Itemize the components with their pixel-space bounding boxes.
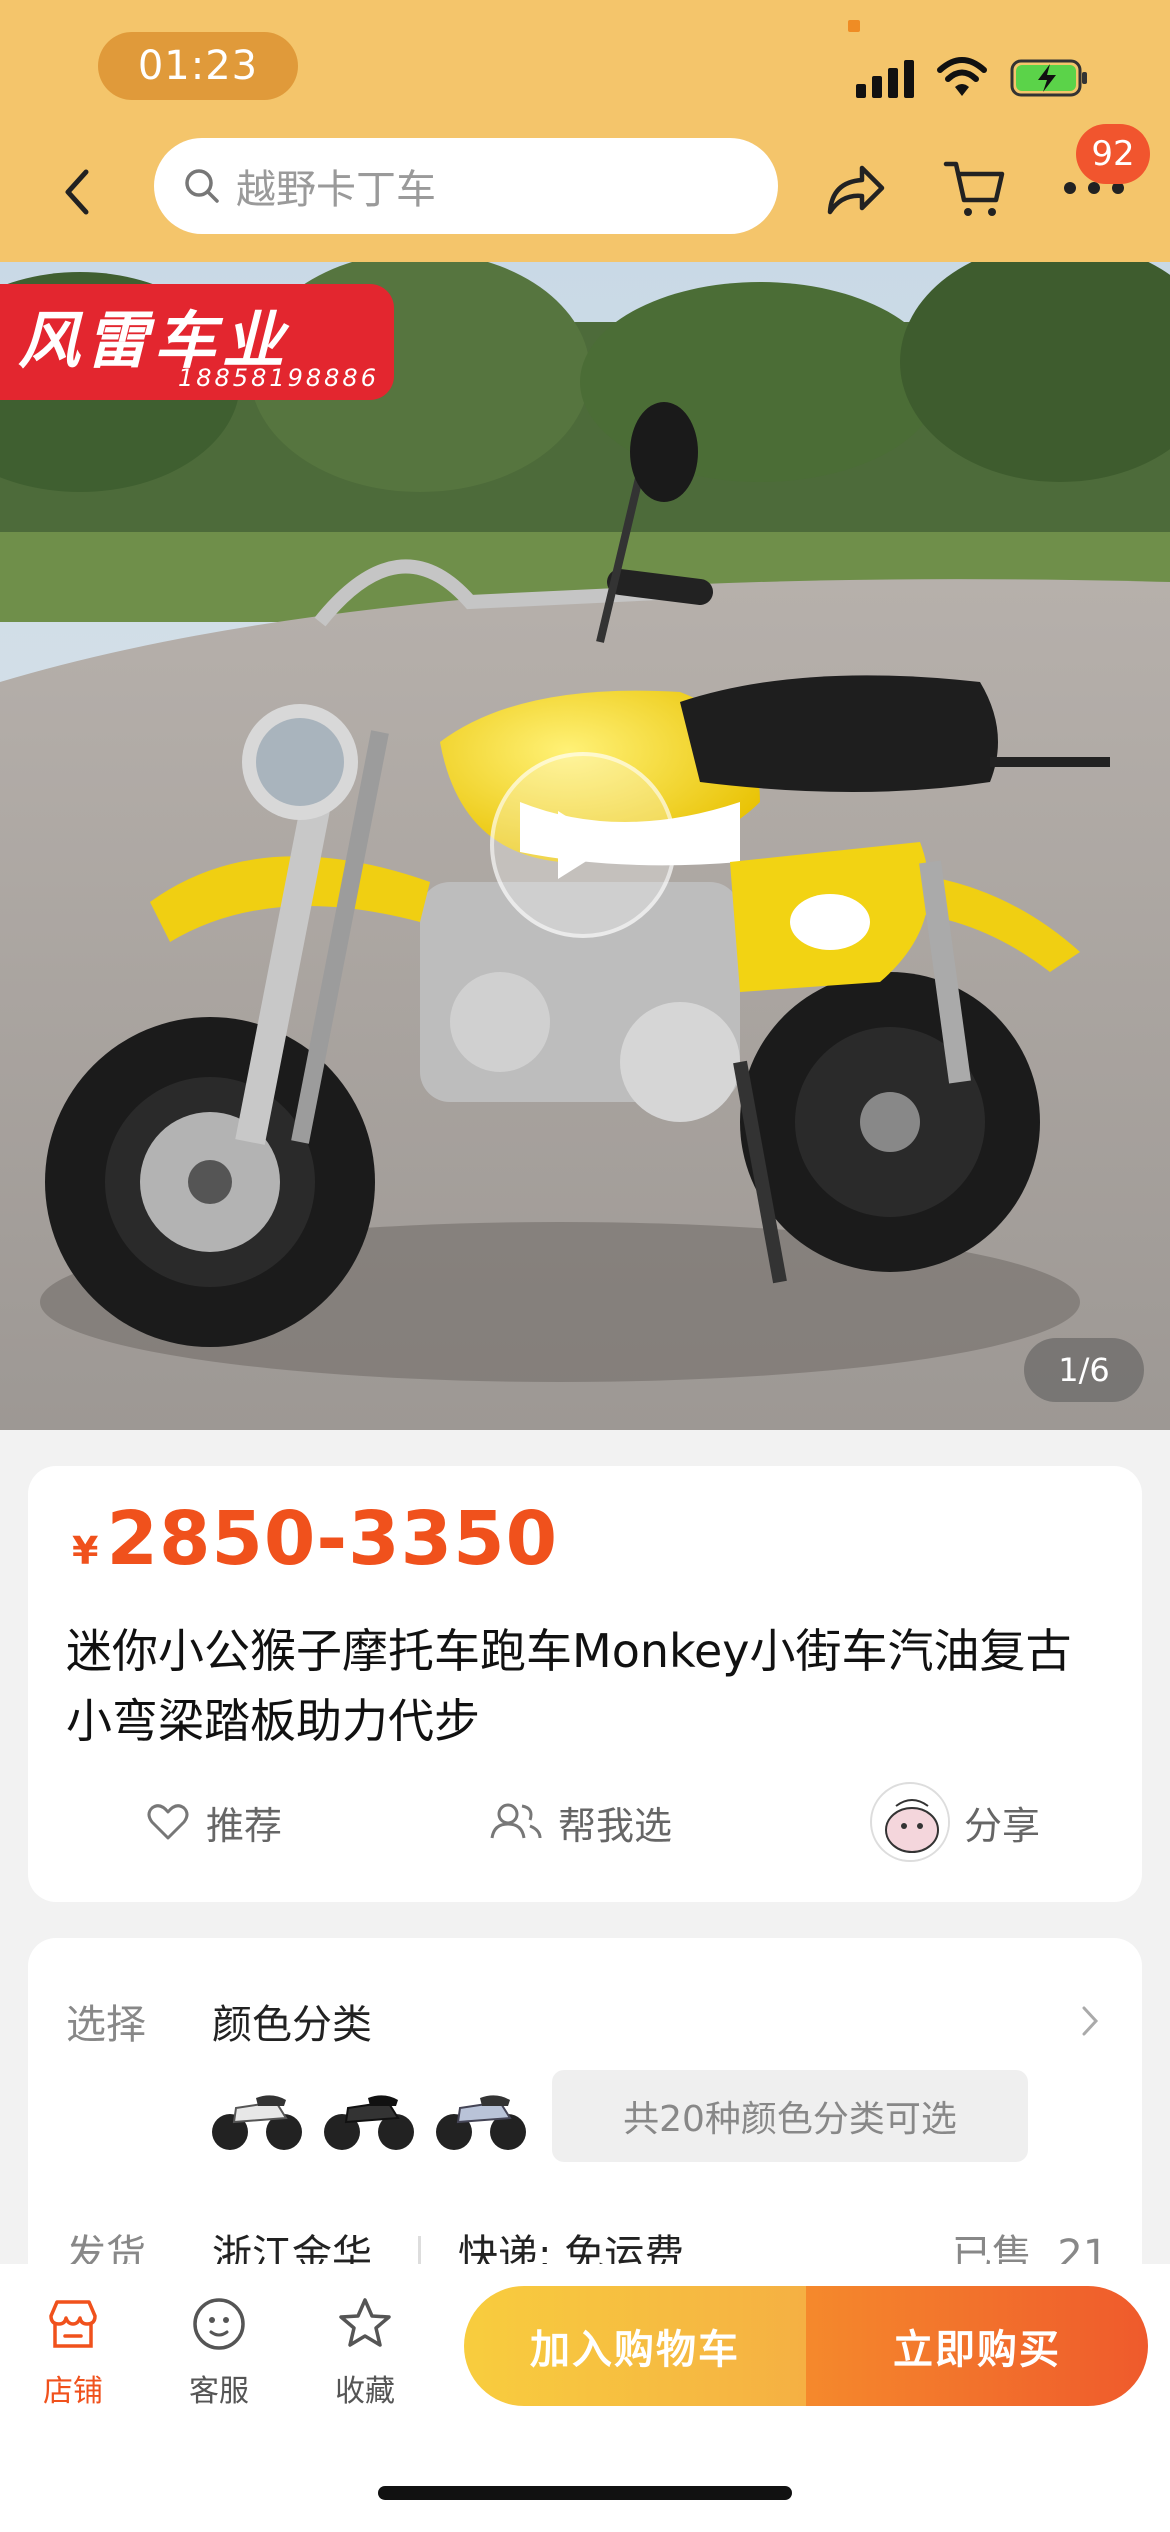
color-thumb-2[interactable] (318, 2062, 418, 2162)
chevron-left-icon (65, 169, 89, 215)
chevron-right-icon[interactable] (1080, 2004, 1100, 2038)
avatar (870, 1782, 950, 1862)
recommend-button[interactable]: 推荐 (146, 1782, 282, 1862)
status-time: 01:23 (98, 32, 298, 100)
top-header: 01:23 越野卡丁车 92 (0, 0, 1170, 262)
product-title: 迷你小公猴子摩托车跑车Monkey小街车汽油复古小弯梁踏板助力代步 (66, 1624, 1072, 1748)
color-thumb-1[interactable] (206, 2062, 306, 2162)
share-label: 分享 (964, 1803, 1041, 1848)
recommend-label: 推荐 (206, 1803, 283, 1848)
select-label: 选择 (66, 2002, 146, 2048)
image-counter: 1/6 (1024, 1338, 1144, 1402)
store-icon (49, 2300, 97, 2348)
more-colors-button[interactable]: 共20种颜色分类可选 (552, 2070, 1028, 2162)
play-icon (558, 811, 612, 879)
share-button[interactable]: 分享 (870, 1782, 1040, 1862)
star-icon (339, 2298, 391, 2347)
product-info-card: ¥ 2850-3350 迷你小公猴子摩托车跑车Monkey小街车汽油复古小弯梁踏… (28, 1466, 1142, 1902)
shop-tab[interactable]: 店铺 (18, 2294, 128, 2410)
back-button[interactable] (52, 162, 102, 222)
cart-icon[interactable] (942, 156, 1008, 222)
play-video-button[interactable] (490, 752, 676, 938)
home-indicator[interactable] (378, 2486, 792, 2500)
color-thumb-3[interactable] (430, 2062, 530, 2162)
help-choose-button[interactable]: 帮我选 (490, 1782, 672, 1862)
cart-badge: 92 (1076, 124, 1150, 184)
favorite-label: 收藏 (335, 2374, 395, 2409)
service-tab[interactable]: 客服 (164, 2294, 274, 2410)
customer-service-icon (193, 2298, 245, 2350)
add-to-cart-button[interactable]: 加入购物车 (464, 2286, 806, 2406)
privacy-indicator (848, 20, 860, 32)
buy-now-button[interactable]: 立即购买 (806, 2286, 1148, 2406)
product-actions: 推荐 帮我选 分享 (28, 1782, 1142, 1862)
select-value[interactable]: 颜色分类 (212, 1992, 372, 2050)
signal-icon (856, 58, 916, 98)
people-icon (490, 1803, 542, 1839)
currency-symbol: ¥ (72, 1529, 99, 1573)
battery-charging-icon (1010, 59, 1087, 97)
share-icon[interactable] (822, 160, 888, 220)
search-icon (185, 169, 219, 203)
service-label: 客服 (189, 2374, 249, 2409)
price-range: 2850-3350 (106, 1496, 559, 1582)
price: ¥ 2850-3350 (72, 1496, 558, 1582)
help-choose-label: 帮我选 (558, 1803, 673, 1848)
options-card: 选择 颜色分类 共20种颜色分类可选 发货 浙江金华 快递: 免运费 已售 21 (28, 1938, 1142, 2278)
search-input[interactable]: 越野卡丁车 (154, 138, 778, 234)
shop-logo-banner: 风雷车业 18858198886 (0, 284, 394, 400)
heart-icon (147, 1804, 189, 1840)
purchase-buttons: 加入购物车 立即购买 (464, 2286, 1148, 2406)
product-image-carousel[interactable]: 风雷车业 18858198886 1/6 (0, 262, 1170, 1430)
favorite-tab[interactable]: 收藏 (310, 2294, 420, 2410)
color-thumbnails (206, 2062, 542, 2162)
shop-logo-phone: 18858198886 (178, 364, 379, 392)
wifi-icon (937, 57, 987, 96)
search-placeholder: 越野卡丁车 (236, 167, 436, 213)
shop-label: 店铺 (43, 2374, 103, 2409)
